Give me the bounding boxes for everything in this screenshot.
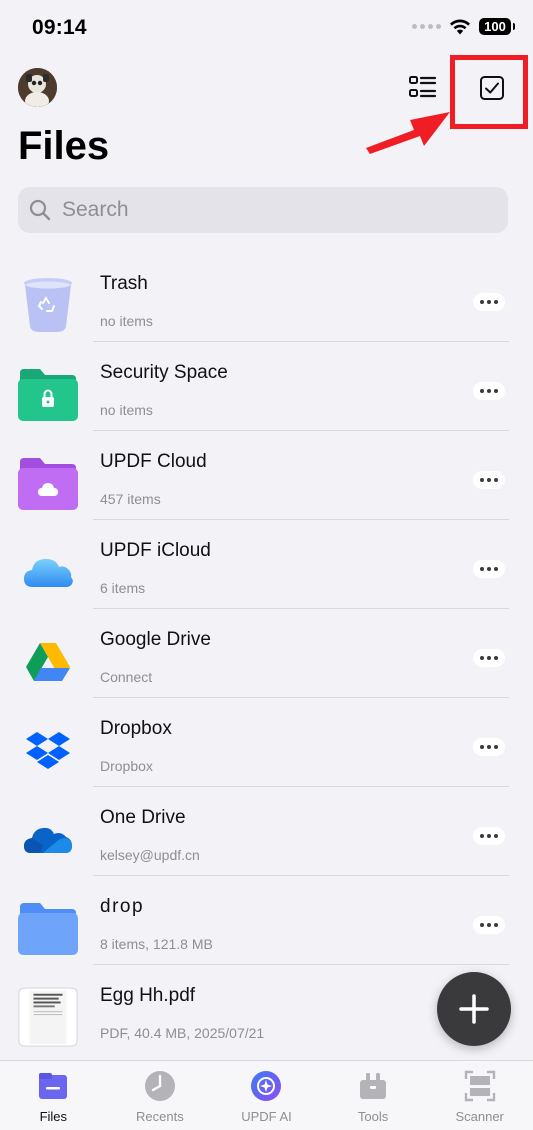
- item-subtitle: PDF, 40.4 MB, 2025/07/21: [100, 1025, 265, 1041]
- item-subtitle: no items: [100, 402, 153, 418]
- tab-label: Tools: [357, 1109, 389, 1124]
- list-item[interactable]: UPDF Cloud 457 items: [0, 431, 533, 520]
- tab-label: Recents: [136, 1109, 184, 1124]
- item-subtitle: 6 items: [100, 580, 146, 596]
- more-options-button[interactable]: [473, 471, 505, 489]
- status-time: 09:14: [32, 16, 87, 39]
- trash-icon: [18, 275, 78, 335]
- list-view-icon: [409, 76, 437, 98]
- red-arrow-annotation: [366, 112, 450, 154]
- file-list: Trash no items Security Space no items U…: [0, 253, 533, 1054]
- list-item[interactable]: Google Drive Connect: [0, 609, 533, 698]
- battery-icon: 100: [479, 18, 515, 35]
- item-subtitle: Connect: [100, 669, 153, 685]
- more-options-button[interactable]: [473, 649, 505, 667]
- list-item[interactable]: Trash no items: [0, 253, 533, 342]
- add-button[interactable]: [437, 972, 511, 1046]
- tab-label: UPDF AI: [241, 1109, 292, 1124]
- scanner-icon: [464, 1070, 495, 1102]
- more-options-button[interactable]: [473, 827, 505, 845]
- avatar-image: [18, 68, 57, 107]
- list-item[interactable]: Security Space no items: [0, 342, 533, 431]
- tab-scanner[interactable]: Scanner: [426, 1061, 533, 1130]
- search-bar[interactable]: [18, 187, 508, 233]
- item-subtitle: no items: [100, 313, 153, 329]
- item-name: UPDF iCloud: [100, 540, 211, 561]
- item-name: Google Drive: [100, 629, 211, 650]
- status-icons: 100: [412, 18, 515, 35]
- item-name: Trash: [100, 273, 148, 294]
- highlight-annotation-box: [450, 55, 528, 129]
- tab-recents[interactable]: Recents: [107, 1061, 214, 1130]
- status-bar: 09:14 100: [0, 0, 533, 56]
- avatar[interactable]: [18, 68, 57, 107]
- updf-ai-icon: [251, 1071, 282, 1101]
- tab-label: Files: [39, 1109, 68, 1124]
- onedrive-icon: [18, 809, 78, 869]
- cellular-signal-icon: [412, 24, 441, 29]
- battery-level: 100: [484, 19, 506, 34]
- google-drive-icon: [18, 631, 78, 691]
- item-name: One Drive: [100, 807, 186, 828]
- item-name: Security Space: [100, 362, 228, 383]
- more-options-button[interactable]: [473, 738, 505, 756]
- list-view-button[interactable]: [404, 70, 440, 106]
- list-item[interactable]: Dropbox Dropbox: [0, 698, 533, 787]
- more-options-button[interactable]: [473, 916, 505, 934]
- item-name: drop: [100, 896, 145, 917]
- icloud-icon: [18, 542, 78, 602]
- tab-bar: Files Recents UPDF AI Tools Scanner: [0, 1060, 533, 1130]
- dropbox-icon: [18, 720, 78, 780]
- item-subtitle: Dropbox: [100, 758, 153, 774]
- item-subtitle: kelsey@updf.cn: [100, 847, 200, 863]
- page-title: Files: [18, 124, 110, 168]
- item-name: Dropbox: [100, 718, 172, 739]
- search-input[interactable]: [60, 197, 484, 223]
- list-item[interactable]: One Drive kelsey@updf.cn: [0, 787, 533, 876]
- folder-icon: [18, 898, 78, 958]
- files-tab-icon: [39, 1073, 68, 1099]
- item-subtitle: 457 items: [100, 491, 161, 507]
- tab-files[interactable]: Files: [0, 1061, 107, 1130]
- list-item[interactable]: UPDF iCloud 6 items: [0, 520, 533, 609]
- more-options-button[interactable]: [473, 293, 505, 311]
- clock-icon: [144, 1071, 175, 1101]
- pdf-thumbnail-icon: [18, 987, 78, 1047]
- cloud-folder-icon: [18, 453, 78, 513]
- wifi-icon: [450, 19, 470, 35]
- tab-updf-ai[interactable]: UPDF AI: [213, 1061, 320, 1130]
- plus-icon: [459, 994, 489, 1024]
- item-name: UPDF Cloud: [100, 451, 207, 472]
- more-options-button[interactable]: [473, 560, 505, 578]
- search-icon: [29, 199, 51, 221]
- lock-folder-icon: [18, 364, 78, 424]
- item-subtitle: 8 items, 121.8 MB: [100, 936, 213, 952]
- tab-tools[interactable]: Tools: [320, 1061, 427, 1130]
- list-item[interactable]: drop 8 items, 121.8 MB: [0, 876, 533, 965]
- item-name: Egg Hh.pdf: [100, 985, 196, 1006]
- more-options-button[interactable]: [473, 382, 505, 400]
- tab-label: Scanner: [455, 1109, 504, 1124]
- toolbox-icon: [360, 1073, 387, 1099]
